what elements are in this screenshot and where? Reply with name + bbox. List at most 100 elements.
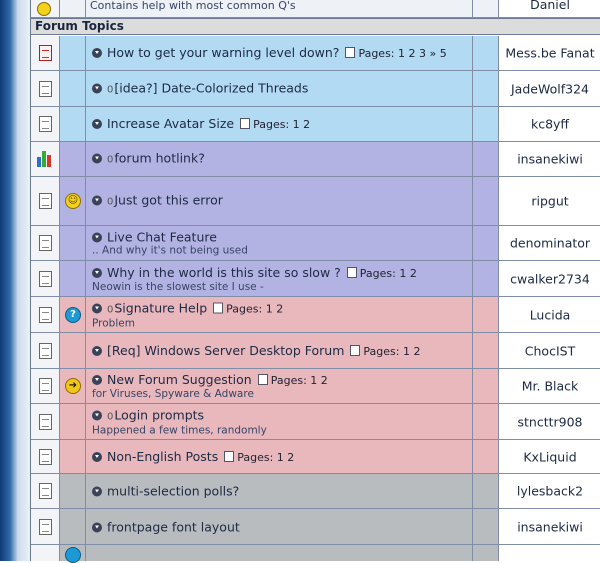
topic-author[interactable]: ripgut	[499, 194, 600, 209]
pages-label: Pages:	[226, 302, 263, 315]
table-row[interactable]: Increase Avatar Size Pages: 1 2 kc8yff	[31, 107, 600, 142]
replies-cell	[473, 177, 499, 225]
page-links[interactable]: 1 2	[293, 118, 311, 131]
topic-author[interactable]: cwalker2734	[499, 271, 600, 286]
topic-status-cell	[31, 333, 60, 368]
replies-cell	[473, 404, 499, 439]
topic-title-link[interactable]: Increase Avatar Size	[107, 116, 234, 131]
topic-status-cell	[31, 71, 60, 106]
topic-title-link[interactable]: Login prompts	[114, 407, 204, 422]
topic-description: for Viruses, Spyware & Adware	[92, 388, 254, 400]
table-row[interactable]: Non-English Posts Pages: 1 2 KxLiquid	[31, 440, 600, 474]
table-row[interactable]: 0[idea?] Date-Colorized Threads JadeWolf3…	[31, 71, 600, 107]
topic-title-link[interactable]: forum hotlink?	[114, 151, 204, 166]
pages-icon	[346, 266, 357, 278]
author-cell: stncttr908	[499, 404, 600, 439]
topic-icon	[39, 483, 52, 499]
topic-status-cell	[31, 440, 60, 473]
topic-icon	[39, 270, 52, 287]
replies-cell	[473, 107, 499, 141]
page-links[interactable]: 1 2	[403, 345, 421, 358]
pages-icon	[240, 118, 251, 129]
table-row[interactable]: ☺ 0Just got this error ripgut	[31, 177, 600, 226]
topic-title-link[interactable]: Just got this error	[114, 193, 223, 208]
topic-status-cell	[31, 509, 60, 544]
author-cell: denominator	[499, 226, 600, 260]
page-links[interactable]: 1 2	[277, 451, 295, 464]
table-row[interactable]: Contains help with most common Q's Danie…	[31, 0, 600, 18]
topic-icon	[39, 193, 52, 209]
author-cell: insanekiwi	[499, 142, 600, 176]
topic-title-link[interactable]: frontpage font layout	[107, 519, 240, 534]
forum-topic-list: Contains help with most common Q's Danie…	[30, 0, 600, 563]
topic-title-link[interactable]: Live Chat Feature	[107, 230, 217, 245]
topic-pages: Pages: 1 2 3 » 5	[345, 47, 447, 60]
topic-author[interactable]: insanekiwi	[499, 519, 600, 534]
topic-author[interactable]: denominator	[499, 236, 600, 251]
post-icon-cell	[60, 509, 86, 544]
author-cell: ChocIST	[499, 333, 600, 368]
topic-title-link[interactable]: How to get your warning level down?	[107, 45, 339, 60]
page-links[interactable]: 1 2 3 » 5	[398, 47, 447, 60]
table-row[interactable]: How to get your warning level down? Pages…	[31, 36, 600, 71]
table-row[interactable]: ➜ New Forum Suggestion Pages: 1 2 for Virus…	[31, 369, 600, 404]
author-cell: Mess.be Fanat	[499, 36, 600, 70]
topic-author[interactable]: lylesback2	[499, 484, 600, 499]
topic-title-link[interactable]: [idea?] Date-Colorized Threads	[114, 80, 308, 95]
topic-bullet-icon	[92, 345, 102, 356]
topic-author[interactable]: Daniel	[499, 0, 600, 10]
table-row[interactable]: Why in the world is this site so slow ? P…	[31, 261, 600, 297]
topic-icon	[39, 378, 52, 394]
topic-author[interactable]: Mess.be Fanat	[499, 46, 600, 61]
table-row[interactable]	[31, 545, 600, 563]
topic-author[interactable]: insanekiwi	[499, 152, 600, 167]
topic-title-link[interactable]: Non-English Posts	[107, 449, 218, 464]
pages-label: Pages:	[359, 266, 396, 280]
author-cell: kc8yff	[499, 107, 600, 141]
page-links[interactable]: 1 2	[399, 267, 417, 280]
page-links[interactable]: 1 2	[310, 374, 328, 387]
topic-title-link[interactable]: Signature Help	[114, 300, 207, 315]
topic-author[interactable]: KxLiquid	[499, 449, 600, 464]
topic-author[interactable]: stncttr908	[499, 414, 600, 429]
topic-status-cell	[31, 474, 60, 508]
topic-icon	[39, 413, 52, 430]
topic-bullet-icon	[92, 48, 102, 58]
table-row[interactable]: Live Chat Feature.. And why it's not bei…	[31, 226, 600, 261]
poll-marker: 0	[107, 84, 114, 95]
table-row[interactable]: frontpage font layout insanekiwi	[31, 509, 600, 545]
table-row[interactable]: 0forum hotlink? insanekiwi	[31, 142, 600, 177]
topic-title-link[interactable]: multi-selection polls?	[107, 484, 239, 499]
topic-title-link[interactable]: [Req] Windows Server Desktop Forum	[107, 343, 344, 358]
topic-pages: Pages: 1 2	[240, 118, 310, 131]
poll-icon	[37, 151, 53, 167]
poll-marker: 0	[107, 154, 114, 166]
table-row[interactable]: multi-selection polls? lylesback2	[31, 474, 600, 509]
topic-title-link[interactable]: New Forum Suggestion	[107, 372, 252, 387]
table-row[interactable]: ? 0Signature Help Pages: 1 2 Problem Lucida	[31, 297, 600, 333]
topic-status-cell	[31, 226, 60, 260]
post-icon-cell	[60, 333, 86, 368]
topic-author[interactable]: ChocIST	[499, 343, 600, 358]
topic-author[interactable]: Mr. Black	[499, 379, 600, 394]
topic-title-cell: Live Chat Feature.. And why it's not bei…	[86, 226, 473, 260]
section-header: Forum Topics	[31, 18, 600, 35]
topic-title-cell: 0Signature Help Pages: 1 2 Problem	[86, 297, 473, 332]
post-icon-cell	[60, 142, 86, 176]
pages-label: Pages:	[358, 47, 395, 60]
replies-cell	[473, 142, 499, 176]
topic-author[interactable]: Lucida	[499, 307, 600, 322]
topic-description: Problem	[92, 317, 135, 329]
replies-cell	[473, 474, 499, 508]
topic-title-cell: Increase Avatar Size Pages: 1 2	[86, 107, 473, 141]
topic-author[interactable]: kc8yff	[499, 117, 600, 132]
page-links[interactable]: 1 2	[266, 302, 284, 315]
table-row[interactable]: [Req] Windows Server Desktop Forum Pages:…	[31, 333, 600, 369]
topic-title-cell: Why in the world is this site so slow ? P…	[86, 261, 473, 296]
topic-title-cell: 0Just got this error	[86, 177, 473, 225]
topic-author[interactable]: JadeWolf324	[499, 81, 600, 96]
table-row[interactable]: 0Login prompts Happened a few times, rand…	[31, 404, 600, 440]
topic-bullet-icon	[92, 451, 102, 462]
topic-title-link[interactable]: Why in the world is this site so slow ?	[107, 265, 341, 280]
pages-icon	[350, 344, 361, 356]
